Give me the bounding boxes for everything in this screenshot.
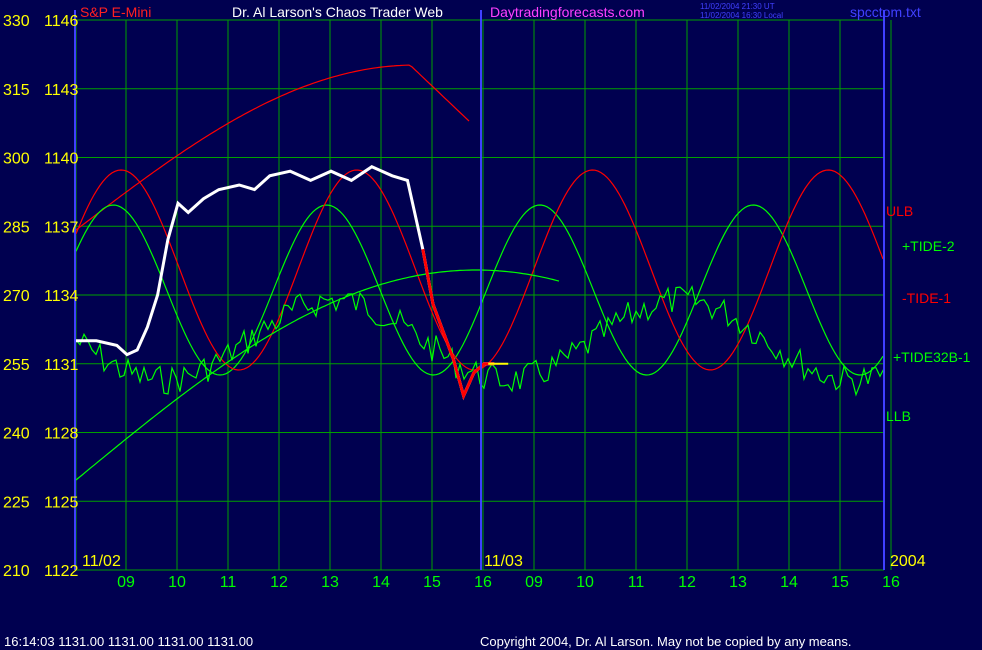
x-tick-hour: 11: [628, 574, 645, 591]
copyright-notice: Copyright 2004, Dr. Al Larson. May not b…: [480, 634, 851, 649]
y-tick-tide: 225: [3, 494, 30, 511]
series-label: ULB: [886, 203, 913, 219]
x-tick-hour: 09: [525, 574, 543, 591]
x-tick-hour: 10: [576, 574, 594, 591]
x-tick-hour: 11: [220, 574, 237, 591]
y-tick-tide: 330: [3, 13, 30, 30]
x-tick-hour: 09: [117, 574, 135, 591]
x-tick-hour: 16: [882, 574, 900, 591]
y-tick-price: 1134: [44, 288, 79, 305]
y-tick-tide: 270: [3, 288, 30, 305]
x-tick-hour: 13: [321, 574, 339, 591]
series-label: LLB: [886, 408, 911, 424]
x-tick-hour: 15: [423, 574, 441, 591]
site-link[interactable]: Daytradingforecasts.com: [490, 4, 645, 20]
series-label: +TIDE32B-1: [893, 349, 971, 365]
x-year-label: 2004: [890, 553, 926, 570]
timestamp-ut: 11/02/2004 21:30 UT: [700, 2, 775, 11]
y-tick-price: 1131: [44, 357, 79, 374]
y-tick-price: 1128: [44, 426, 79, 443]
data-file-name: spcctom.txt: [850, 4, 921, 20]
y-tick-tide: 285: [3, 219, 30, 236]
y-tick-tide: 255: [3, 357, 30, 374]
x-tick-hour: 14: [780, 574, 798, 591]
x-date-label: 11/03: [484, 553, 523, 570]
x-tick-hour: 16: [474, 574, 492, 591]
x-tick-hour: 15: [831, 574, 849, 591]
y-tick-price: 1122: [44, 563, 79, 580]
chart-title: Dr. Al Larson's Chaos Trader Web: [232, 4, 443, 20]
timestamp-local: 11/02/2004 16:30 Local: [700, 11, 783, 20]
series-label: +TIDE-2: [902, 238, 955, 254]
y-tick-price: 1140: [44, 151, 79, 168]
x-tick-hour: 12: [678, 574, 696, 591]
x-tick-hour: 12: [270, 574, 288, 591]
y-tick-price: 1137: [44, 219, 79, 236]
y-tick-tide: 240: [3, 426, 30, 443]
y-tick-price: 1143: [44, 82, 79, 99]
x-tick-hour: 10: [168, 574, 186, 591]
y-tick-tide: 300: [3, 151, 30, 168]
y-tick-price: 1146: [44, 13, 79, 30]
series-label: -TIDE-1: [902, 290, 951, 306]
y-tick-price: 1125: [44, 494, 79, 511]
x-tick-hour: 14: [372, 574, 390, 591]
y-tick-tide: 210: [3, 563, 30, 580]
chaos-trader-chart: S&P E-Mini Dr. Al Larson's Chaos Trader …: [0, 0, 982, 650]
y-tick-tide: 315: [3, 82, 30, 99]
symbol-label: S&P E-Mini: [80, 4, 151, 20]
x-date-label: 11/02: [82, 553, 121, 570]
status-readout: 16:14:03 1131.00 1131.00 1131.00 1131.00: [4, 634, 253, 649]
x-tick-hour: 13: [729, 574, 747, 591]
